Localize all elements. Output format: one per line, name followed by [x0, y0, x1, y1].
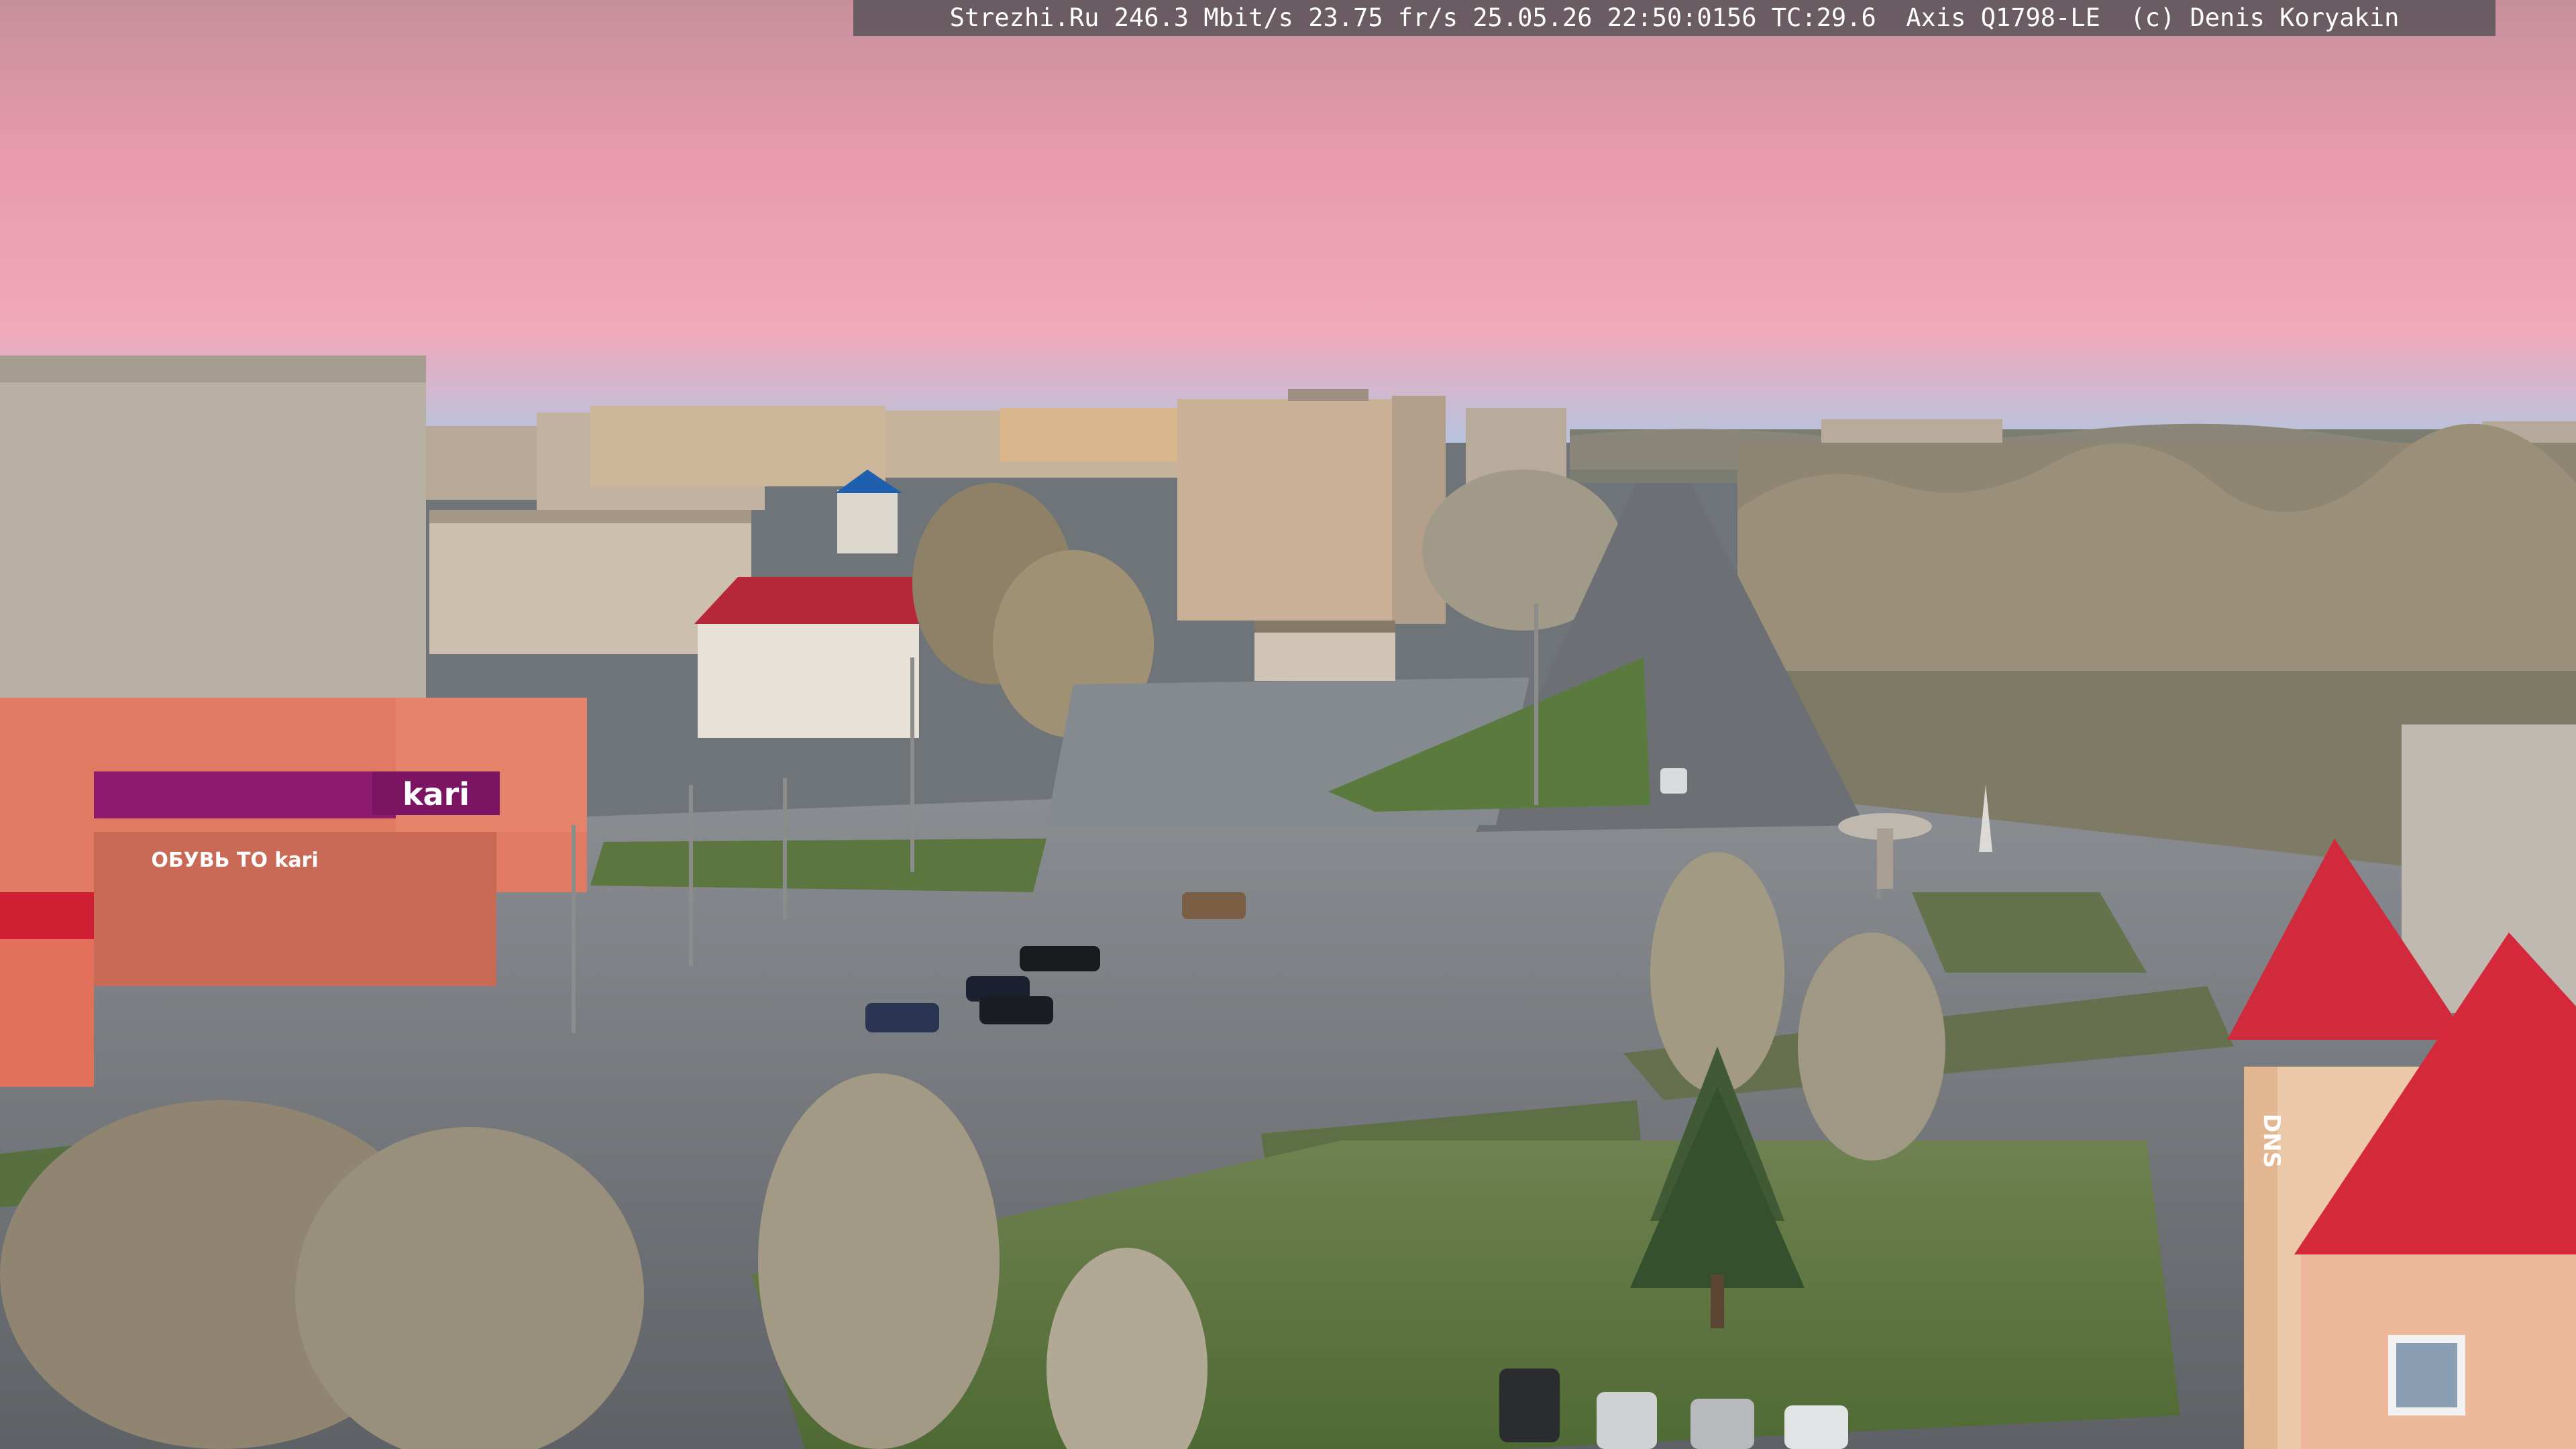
dns-sign: DNS	[2258, 1114, 2285, 1168]
square-pavilion	[1254, 621, 1395, 681]
kari-banner: ОБУВЬ ТО kari	[151, 849, 318, 872]
central-tall-building	[1177, 389, 1446, 624]
red-roof-building	[694, 577, 926, 738]
kari-sign: kari	[402, 776, 470, 812]
webcam-scene: kari ОБУВЬ ТО kari DNS	[0, 0, 2576, 1449]
camera-info-caption: Strezhi.Ru 246.3 Mbit/s 23.75 fr/s 25.05…	[853, 0, 2496, 36]
